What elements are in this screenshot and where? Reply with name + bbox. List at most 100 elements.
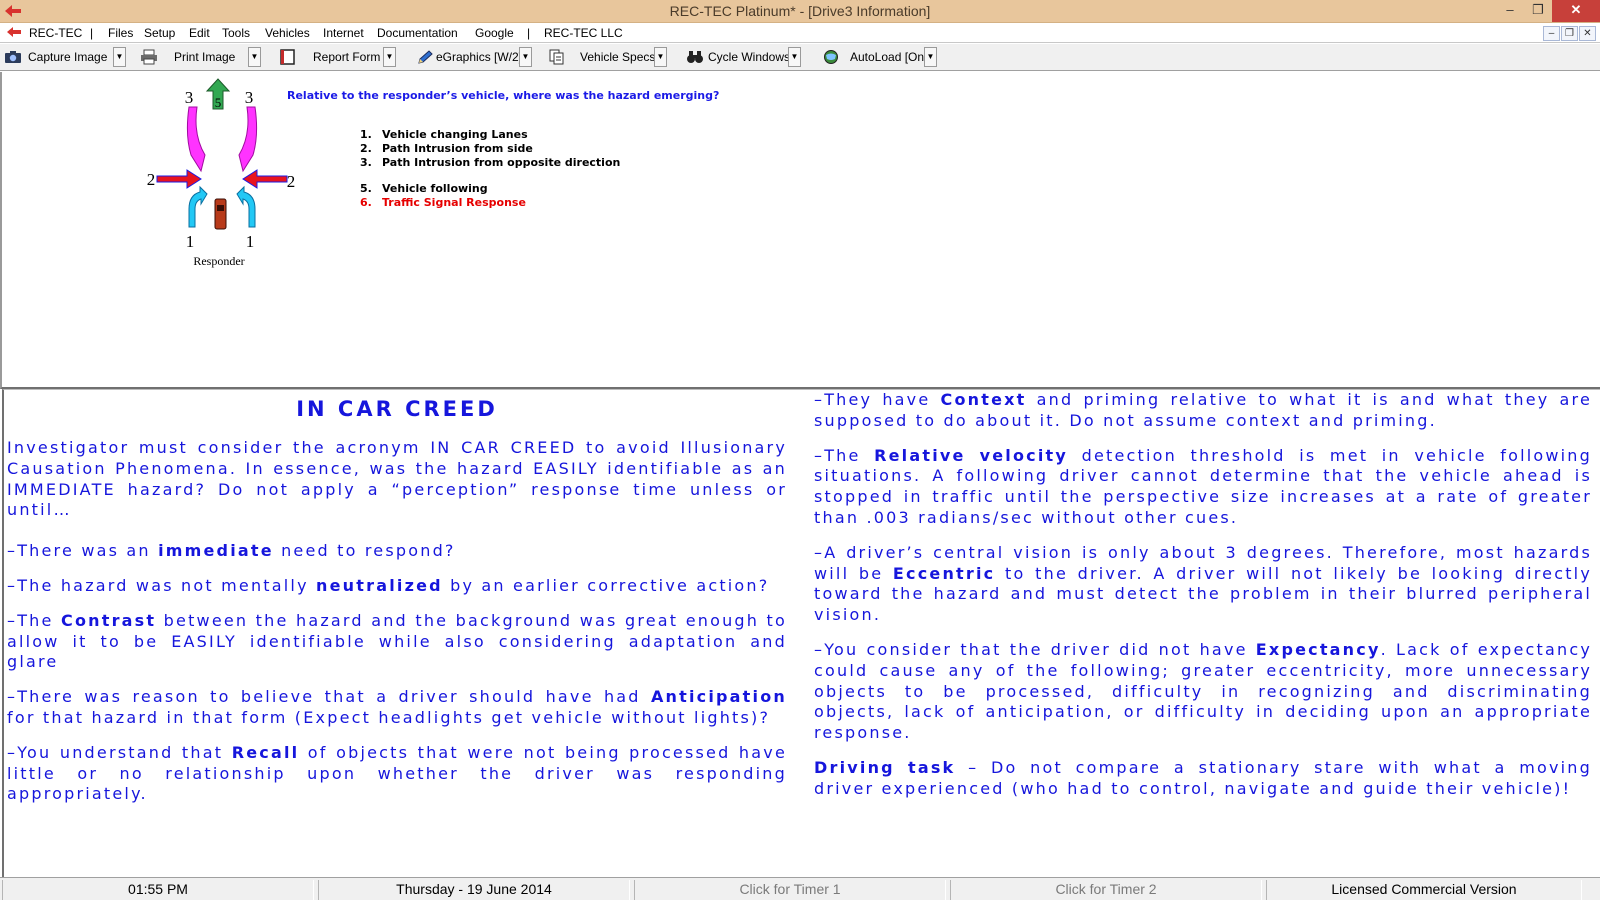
red-arrow-right-side[interactable] xyxy=(242,169,288,189)
autoload-button[interactable]: AutoLoad [On] xyxy=(822,46,927,68)
label-left-2: 2 xyxy=(147,170,155,189)
label-right-2: 2 xyxy=(287,172,296,191)
binoculars-icon xyxy=(687,51,703,63)
menu-rec-tec[interactable]: REC-TEC xyxy=(29,26,82,40)
option-path-intrusion-side[interactable]: 2. Path Intrusion from side xyxy=(360,142,533,155)
option-number: 2. xyxy=(360,142,372,155)
menu-setup[interactable]: Setup xyxy=(144,26,175,40)
rec-tec-menu-icon[interactable] xyxy=(6,25,22,39)
report-form-button[interactable]: Report Form xyxy=(279,46,380,68)
label-bottom-left-1: 1 xyxy=(186,232,195,251)
capture-image-dropdown[interactable]: ▼ xyxy=(113,47,126,67)
capture-image-label: Capture Image xyxy=(28,50,108,64)
creed-item-neutralized: –The hazard was not mentally neutralized… xyxy=(7,575,770,595)
license-status: Licensed Commercial Version xyxy=(1266,880,1582,900)
status-bar: 01:55 PM Thursday - 19 June 2014 Click f… xyxy=(0,877,1600,900)
label-top-left-3: 3 xyxy=(185,88,194,107)
print-image-label: Print Image xyxy=(174,50,236,64)
mdi-restore-button[interactable]: ❐ xyxy=(1561,26,1578,41)
cyan-arrow-left-lane-change[interactable] xyxy=(188,185,208,228)
minimize-button[interactable]: – xyxy=(1496,0,1524,22)
creed-item-contrast: –The Contrast between the hazard and the… xyxy=(7,610,788,672)
mdi-controls: – ❐ ✕ xyxy=(1543,25,1600,41)
option-label: Vehicle following xyxy=(382,182,488,195)
menu-edit[interactable]: Edit xyxy=(189,26,210,40)
autoload-dropdown[interactable]: ▼ xyxy=(924,47,937,67)
vehicle-specs-button[interactable]: Vehicle Specs xyxy=(548,46,655,68)
cyan-arrow-right-lane-change[interactable] xyxy=(236,185,256,228)
menu-bar: REC-TEC | Files Setup Edit Tools Vehicle… xyxy=(0,23,1600,43)
mdi-close-button[interactable]: ✕ xyxy=(1579,26,1596,41)
option-vehicle-following[interactable]: 5. Vehicle following xyxy=(360,182,488,195)
option-label: Path Intrusion from opposite direction xyxy=(382,156,621,169)
option-number: 1. xyxy=(360,128,372,141)
maximize-button[interactable]: ❐ xyxy=(1524,0,1552,22)
status-time: 01:55 PM xyxy=(2,880,314,900)
responder-caption: Responder xyxy=(193,254,244,268)
creed-item-anticipation: –There was reason to believe that a driv… xyxy=(7,687,787,727)
option-path-intrusion-opposite[interactable]: 3. Path Intrusion from opposite direction xyxy=(360,156,620,169)
label-top-right-3: 3 xyxy=(245,88,254,107)
creed-item-driving-task: Driving task – Do not compare a stationa… xyxy=(814,757,1592,798)
hazard-direction-diagram: 5 3 3 2 2 1 1 Responder xyxy=(147,78,296,268)
report-form-dropdown[interactable]: ▼ xyxy=(383,47,396,67)
label-center-5: 5 xyxy=(215,95,222,110)
timer-1-button[interactable]: Click for Timer 1 xyxy=(634,880,946,900)
cycle-windows-dropdown[interactable]: ▼ xyxy=(788,47,801,67)
vehicle-windshield xyxy=(217,205,224,211)
menu-separator: | xyxy=(527,26,531,40)
option-number: 3. xyxy=(360,156,372,169)
report-icon xyxy=(280,49,295,65)
camera-icon xyxy=(5,51,21,63)
menu-rec-tec-llc[interactable]: REC-TEC LLC xyxy=(544,26,623,40)
option-label: Vehicle changing Lanes xyxy=(382,128,528,141)
menu-internet[interactable]: Internet xyxy=(323,26,364,40)
magenta-arrow-right-opposite[interactable] xyxy=(238,106,258,173)
creed-item-relative-velocity: –The Relative velocity detection thresho… xyxy=(814,445,1592,527)
menu-google[interactable]: Google xyxy=(475,26,514,40)
print-image-dropdown[interactable]: ▼ xyxy=(248,47,261,67)
toolbar: Capture Image ▼ Print Image ▼ Report For… xyxy=(0,44,1600,71)
option-number: 6. xyxy=(360,196,372,209)
status-date: Thursday - 19 June 2014 xyxy=(318,880,630,900)
creed-intro: Investigator must consider the acronym I… xyxy=(7,438,787,520)
creed-left-column: IN CAR CREED Investigator must consider … xyxy=(7,390,787,819)
label-bottom-right-1: 1 xyxy=(246,232,255,251)
menu-separator: | xyxy=(90,26,94,40)
documents-icon xyxy=(549,49,564,65)
print-image-button[interactable]: Print Image xyxy=(140,46,235,68)
vehicle-specs-dropdown[interactable]: ▼ xyxy=(654,47,667,67)
capture-image-button[interactable]: Capture Image xyxy=(4,46,107,68)
title-bar[interactable]: REC-TEC Platinum* - [Drive3 Information]… xyxy=(0,0,1600,23)
option-number: 5. xyxy=(360,182,372,195)
responder-vehicle-icon xyxy=(214,198,227,230)
creed-item-eccentric: –A driver’s central vision is only about… xyxy=(814,542,1592,625)
option-label: Traffic Signal Response xyxy=(382,196,526,209)
egraphics-button[interactable]: eGraphics [W/2] xyxy=(416,46,522,68)
menu-files[interactable]: Files xyxy=(108,26,133,40)
autoload-label: AutoLoad [On] xyxy=(850,50,928,64)
creed-item-immediate: –There was an immediate need to respond? xyxy=(7,541,456,561)
mdi-minimize-button[interactable]: – xyxy=(1543,26,1560,41)
creed-item-recall: –You understand that Recall of objects t… xyxy=(7,742,787,804)
globe-icon xyxy=(824,50,838,64)
option-vehicle-changing-lanes[interactable]: 1. Vehicle changing Lanes xyxy=(360,128,528,141)
menu-documentation[interactable]: Documentation xyxy=(377,26,458,40)
cycle-windows-button[interactable]: Cycle Windows xyxy=(686,46,790,68)
report-form-label: Report Form xyxy=(313,50,381,64)
close-button[interactable]: ✕ xyxy=(1552,0,1600,22)
creed-right-column: –They have Context and priming relative … xyxy=(814,390,1592,814)
menu-vehicles[interactable]: Vehicles xyxy=(265,26,310,40)
in-car-creed-panel: IN CAR CREED Investigator must consider … xyxy=(2,389,1600,877)
hazard-question: Relative to the responder’s vehicle, whe… xyxy=(287,89,720,102)
red-arrow-left-side[interactable] xyxy=(156,169,202,189)
magenta-arrow-left-opposite[interactable] xyxy=(186,106,206,173)
cycle-windows-label: Cycle Windows xyxy=(708,50,791,64)
egraphics-dropdown[interactable]: ▼ xyxy=(519,47,532,67)
egraphics-label: eGraphics [W/2] xyxy=(436,50,523,64)
menu-tools[interactable]: Tools xyxy=(222,26,250,40)
creed-item-context: –They have Context and priming relative … xyxy=(814,390,1592,430)
option-traffic-signal-response[interactable]: 6. Traffic Signal Response xyxy=(360,196,526,209)
hazard-question-panel: 5 3 3 2 2 1 1 Responder Relative to the … xyxy=(0,72,1600,389)
timer-2-button[interactable]: Click for Timer 2 xyxy=(950,880,1262,900)
